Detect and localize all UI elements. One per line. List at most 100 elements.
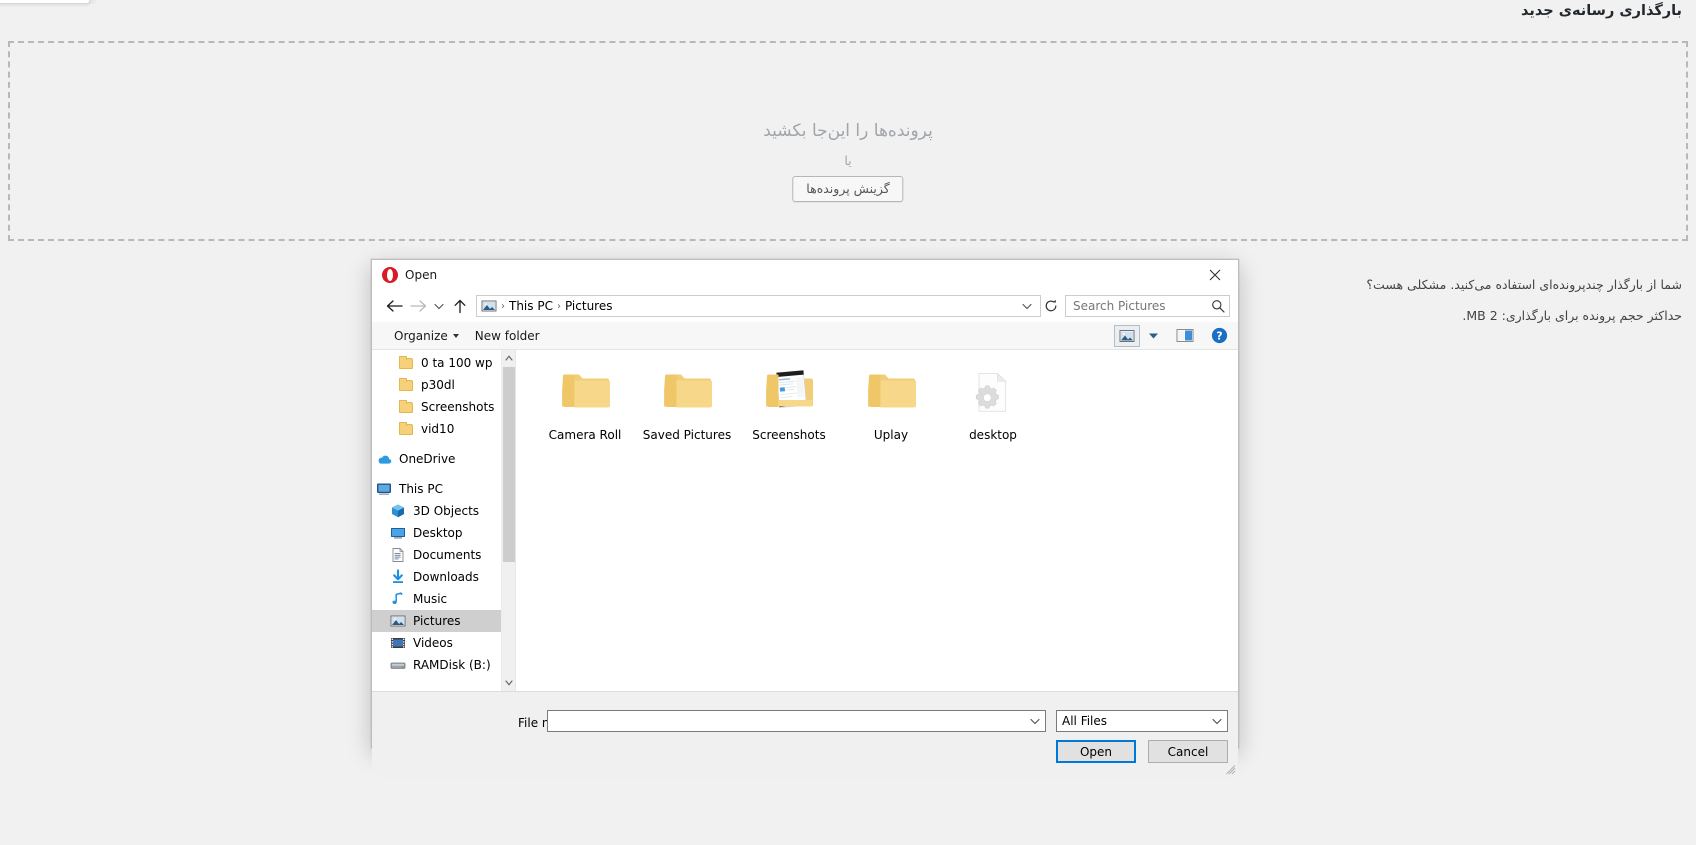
file-item-label: Camera Roll bbox=[548, 428, 622, 442]
sidebar-item-desktop[interactable]: Desktop bbox=[372, 522, 515, 544]
dropzone-or-text: یا bbox=[844, 153, 852, 168]
filter-chevron-down-icon[interactable] bbox=[1208, 718, 1225, 725]
new-folder-label: New folder bbox=[474, 328, 540, 343]
navigation-list: 0 ta 100 wp p30dl Screenshots vid10 OneDrive… bbox=[372, 350, 515, 676]
up-arrow-icon[interactable] bbox=[448, 294, 472, 318]
folder-icon bbox=[398, 421, 414, 437]
sidebar-item-label: Screenshots bbox=[421, 400, 495, 414]
dialog-commandbar: Organize New folder ? bbox=[372, 322, 1238, 350]
dialog-title: Open bbox=[405, 268, 438, 282]
sidebar-item-label: Documents bbox=[413, 548, 482, 562]
recent-locations-chevron-down-icon[interactable] bbox=[430, 294, 448, 318]
new-folder-button[interactable]: New folder bbox=[467, 325, 548, 347]
cancel-button[interactable]: Cancel bbox=[1148, 740, 1228, 763]
refresh-icon[interactable] bbox=[1041, 296, 1061, 316]
sidebar-scrollbar[interactable] bbox=[501, 350, 515, 691]
breadcrumb-this-pc[interactable]: This PC bbox=[506, 299, 556, 313]
folder-icon bbox=[862, 366, 920, 418]
sidebar-item-vid10[interactable]: vid10 bbox=[372, 418, 515, 440]
sidebar-item-music[interactable]: Music bbox=[372, 588, 515, 610]
sidebar-item-3d-objects[interactable]: 3D Objects bbox=[372, 500, 515, 522]
address-bar[interactable]: › This PC › Pictures bbox=[476, 295, 1041, 317]
config-file-icon bbox=[964, 366, 1022, 418]
file-item[interactable]: Camera Roll bbox=[534, 362, 636, 454]
sidebar-item-0-ta-100-wp[interactable]: 0 ta 100 wp bbox=[372, 352, 515, 374]
back-arrow-icon[interactable] bbox=[382, 294, 406, 318]
help-icon[interactable]: ? bbox=[1206, 325, 1232, 347]
search-icon bbox=[1212, 300, 1225, 313]
navigation-sidebar[interactable]: 0 ta 100 wp p30dl Screenshots vid10 OneDrive… bbox=[372, 350, 516, 691]
sidebar-item-onedrive[interactable]: OneDrive bbox=[372, 448, 515, 470]
address-chevron-down-icon[interactable] bbox=[1017, 296, 1037, 316]
max-upload-size-note: حداکثر حجم پرونده برای بارگذاری: 2 MB. bbox=[1462, 308, 1682, 323]
sidebar-item-label: 0 ta 100 wp bbox=[421, 356, 493, 370]
sidebar-item-label: Downloads bbox=[413, 570, 479, 584]
folder-icon bbox=[398, 377, 414, 393]
file-item[interactable]: Saved Pictures bbox=[636, 362, 738, 454]
search-input[interactable]: Search Pictures bbox=[1065, 295, 1230, 317]
sidebar-item-videos[interactable]: Videos bbox=[372, 632, 515, 654]
downloads-icon bbox=[390, 569, 406, 585]
onedrive-icon bbox=[376, 451, 392, 467]
file-item[interactable]: desktop bbox=[942, 362, 1044, 454]
top-partial-card bbox=[0, 0, 90, 4]
view-chevron-down-icon[interactable] bbox=[1140, 325, 1166, 347]
pictures-folder-icon bbox=[481, 298, 497, 314]
open-file-dialog: Open › This PC › Pictures Search Picture… bbox=[371, 259, 1239, 776]
sidebar-item-this-pc[interactable]: This PC bbox=[372, 478, 515, 500]
3d-objects-icon bbox=[390, 503, 406, 519]
folder-icon bbox=[556, 366, 614, 418]
dialog-titlebar[interactable]: Open bbox=[372, 260, 1238, 290]
dialog-navbar: › This PC › Pictures Search Pictures bbox=[372, 290, 1238, 322]
preview-pane-icon[interactable] bbox=[1172, 325, 1198, 347]
music-icon bbox=[390, 591, 406, 607]
file-name-field[interactable] bbox=[547, 710, 1046, 732]
sidebar-item-downloads[interactable]: Downloads bbox=[372, 566, 515, 588]
folder-icon bbox=[760, 366, 818, 418]
videos-icon bbox=[390, 635, 406, 651]
file-item[interactable]: Screenshots bbox=[738, 362, 840, 454]
sidebar-item-label: This PC bbox=[399, 482, 443, 496]
organize-button[interactable]: Organize bbox=[386, 325, 467, 347]
forward-arrow-icon[interactable] bbox=[406, 294, 430, 318]
this-pc-icon bbox=[376, 481, 392, 497]
file-type-filter-value: All Files bbox=[1062, 714, 1108, 728]
sidebar-item-label: OneDrive bbox=[399, 452, 456, 466]
sidebar-item-label: Desktop bbox=[413, 526, 463, 540]
select-files-button[interactable]: گزینش پرونده‌ها bbox=[792, 176, 904, 202]
opera-icon bbox=[382, 267, 398, 283]
file-name-input[interactable] bbox=[553, 713, 1026, 729]
scroll-down-icon[interactable] bbox=[502, 675, 515, 691]
folder-icon bbox=[658, 366, 716, 418]
svg-text:?: ? bbox=[1216, 329, 1222, 342]
sidebar-item-pictures[interactable]: Pictures bbox=[372, 610, 515, 632]
view-icon[interactable] bbox=[1114, 324, 1140, 347]
file-item[interactable]: Uplay bbox=[840, 362, 942, 454]
media-dropzone[interactable]: پرونده‌ها را این‌جا بکشید یا گزینش پروند… bbox=[8, 41, 1688, 241]
sidebar-item-p30dl[interactable]: p30dl bbox=[372, 374, 515, 396]
sidebar-item-label: Videos bbox=[413, 636, 453, 650]
sidebar-item-documents[interactable]: Documents bbox=[372, 544, 515, 566]
sidebar-scroll-thumb[interactable] bbox=[503, 367, 515, 562]
sidebar-item-label: Music bbox=[413, 592, 448, 606]
dialog-footer: File name: All Files Open Cancel bbox=[372, 692, 1238, 776]
sidebar-item-label: vid10 bbox=[421, 422, 455, 436]
dropzone-main-text: پرونده‌ها را این‌جا بکشید bbox=[763, 121, 933, 141]
file-name-chevron-down-icon[interactable] bbox=[1026, 711, 1043, 731]
open-button[interactable]: Open bbox=[1056, 740, 1136, 763]
folder-icon bbox=[398, 399, 414, 415]
folder-icon bbox=[398, 355, 414, 371]
breadcrumb-pictures[interactable]: Pictures bbox=[562, 299, 616, 313]
file-list-area[interactable]: Camera Roll Saved Pictures Screenshots Upla… bbox=[516, 350, 1238, 691]
organize-label: Organize bbox=[394, 328, 448, 343]
file-item-label: Screenshots bbox=[752, 428, 826, 442]
multi-uploader-note: شما از بارگذار چندپرونده‌ای استفاده می‌ک… bbox=[1366, 277, 1682, 292]
resize-grip[interactable] bbox=[1226, 764, 1236, 775]
documents-icon bbox=[390, 547, 406, 563]
file-type-filter-select[interactable]: All Files bbox=[1056, 710, 1228, 732]
sidebar-item-label: 3D Objects bbox=[413, 504, 480, 518]
close-icon[interactable] bbox=[1192, 260, 1238, 290]
sidebar-item-ramdisk-b[interactable]: RAMDisk (B:) bbox=[372, 654, 515, 676]
sidebar-item-screenshots[interactable]: Screenshots bbox=[372, 396, 515, 418]
scroll-up-icon[interactable] bbox=[502, 350, 515, 366]
